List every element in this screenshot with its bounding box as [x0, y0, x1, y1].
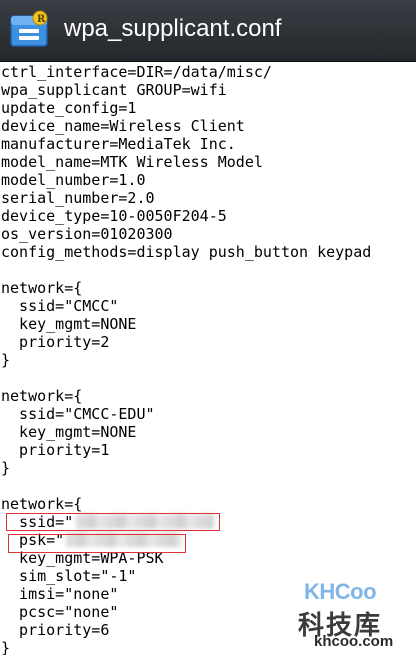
code-line: key_mgmt=NONE [1, 315, 137, 333]
code-line: update_config=1 [1, 99, 137, 117]
code-line: network={ [1, 495, 83, 513]
code-line: ssid="CMCC-EDU" [1, 405, 155, 423]
code-line: config_methods=display push_button keypa… [1, 243, 372, 261]
ssid-highlight-box [6, 513, 220, 531]
code-line: model_number=1.0 [1, 171, 146, 189]
code-line: ssid="CMCC" [1, 297, 119, 315]
khcoo-watermark: KHCoo 科技库 khcoo.com [298, 575, 408, 651]
code-line: manufacturer=MediaTek Inc. [1, 135, 236, 153]
code-line: } [1, 459, 11, 477]
code-line: key_mgmt=NONE [1, 423, 137, 441]
psk-highlight-box [8, 534, 186, 553]
window-title: wpa_supplicant.conf [64, 15, 282, 42]
blank-line [1, 369, 371, 387]
title-bar: R wpa_supplicant.conf [0, 0, 416, 62]
blank-line [1, 261, 371, 279]
screen: R wpa_supplicant.conf ctrl_interface=DIR… [0, 0, 416, 655]
code-line: network={ [1, 279, 83, 297]
watermark-url: khcoo.com [314, 633, 394, 650]
code-line: os_version=01020300 [1, 225, 173, 243]
code-line: device_type=10-0050F204-5 [1, 207, 227, 225]
code-line: ctrl_interface=DIR=/data/misc/ [1, 63, 272, 81]
code-line: serial_number=2.0 [1, 189, 155, 207]
code-line: network={ [1, 387, 83, 405]
svg-text:R: R [37, 14, 46, 25]
code-line: model_name=MTK Wireless Model [1, 153, 263, 171]
file-content[interactable]: ctrl_interface=DIR=/data/misc/wpa_suppli… [0, 62, 416, 655]
code-line: wpa_supplicant GROUP=wifi [1, 81, 227, 99]
blank-line [1, 477, 371, 495]
code-line: device_name=Wireless Client [1, 117, 245, 135]
code-line: priority=1 [1, 441, 110, 459]
code-line: priority=2 [1, 333, 110, 351]
watermark-logo: KHCoo [304, 579, 377, 604]
code-lines: ctrl_interface=DIR=/data/misc/wpa_suppli… [1, 63, 371, 655]
file-manager-icon[interactable]: R [8, 10, 50, 52]
code-line: } [1, 351, 11, 369]
